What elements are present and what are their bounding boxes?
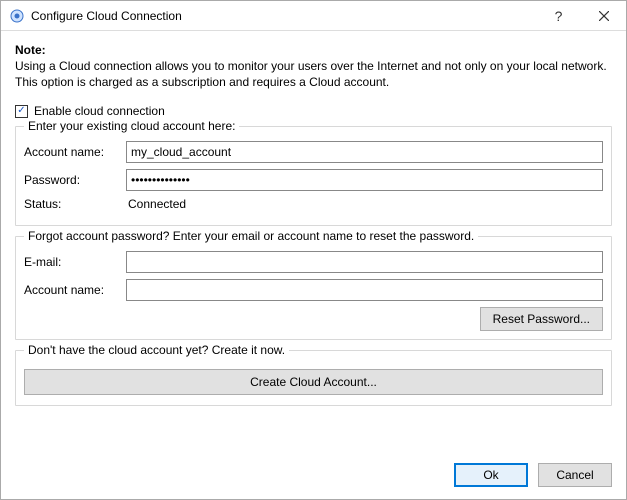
close-button[interactable]: [581, 1, 626, 30]
enable-cloud-checkbox[interactable]: ✓: [15, 105, 28, 118]
status-label: Status:: [24, 197, 120, 211]
password-input[interactable]: [126, 169, 603, 191]
forgot-account-name-input[interactable]: [126, 279, 603, 301]
create-account-group: Don't have the cloud account yet? Create…: [15, 350, 612, 406]
note-heading: Note:: [15, 43, 612, 57]
account-name-row: Account name:: [24, 141, 603, 163]
existing-account-legend: Enter your existing cloud account here:: [24, 119, 239, 133]
status-row: Status: Connected: [24, 197, 603, 211]
email-label: E-mail:: [24, 255, 120, 269]
dialog-content: Note: Using a Cloud connection allows yo…: [1, 31, 626, 455]
window-title: Configure Cloud Connection: [31, 9, 536, 23]
email-row: E-mail:: [24, 251, 603, 273]
app-icon: [9, 8, 25, 24]
help-icon: ?: [555, 8, 563, 24]
existing-account-group: Enter your existing cloud account here: …: [15, 126, 612, 226]
status-value: Connected: [126, 197, 603, 211]
dialog-window: Configure Cloud Connection ? Note: Using…: [0, 0, 627, 500]
ok-button[interactable]: Ok: [454, 463, 528, 487]
cancel-button[interactable]: Cancel: [538, 463, 612, 487]
note-body: Using a Cloud connection allows you to m…: [15, 58, 612, 90]
password-row: Password:: [24, 169, 603, 191]
close-icon: [599, 11, 609, 21]
email-input[interactable]: [126, 251, 603, 273]
help-button[interactable]: ?: [536, 1, 581, 30]
forgot-account-name-label: Account name:: [24, 283, 120, 297]
create-cloud-account-button[interactable]: Create Cloud Account...: [24, 369, 603, 395]
reset-password-button[interactable]: Reset Password...: [480, 307, 603, 331]
forgot-password-legend: Forgot account password? Enter your emai…: [24, 229, 478, 243]
forgot-account-name-row: Account name:: [24, 279, 603, 301]
dialog-footer: Ok Cancel: [1, 455, 626, 499]
window-buttons: ?: [536, 1, 626, 30]
create-account-legend: Don't have the cloud account yet? Create…: [24, 343, 289, 357]
titlebar: Configure Cloud Connection ?: [1, 1, 626, 31]
enable-cloud-label: Enable cloud connection: [34, 104, 165, 118]
account-name-label: Account name:: [24, 145, 120, 159]
forgot-password-group: Forgot account password? Enter your emai…: [15, 236, 612, 340]
account-name-input[interactable]: [126, 141, 603, 163]
enable-cloud-row[interactable]: ✓ Enable cloud connection: [15, 104, 612, 118]
password-label: Password:: [24, 173, 120, 187]
